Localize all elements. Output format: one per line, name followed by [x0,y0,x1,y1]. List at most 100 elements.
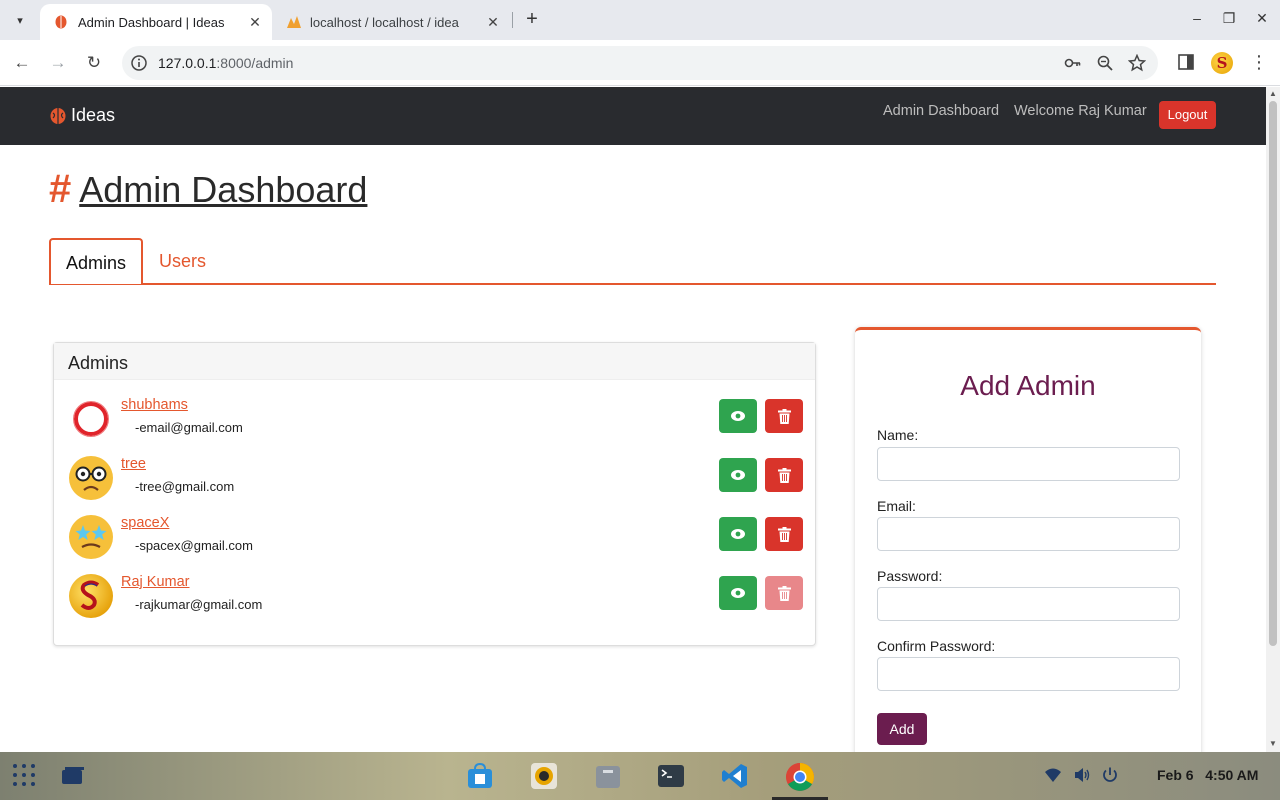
add-button[interactable]: Add [877,713,927,745]
nerd-face-icon [68,455,114,501]
page-title-text[interactable]: Admin Dashboard [79,169,367,211]
list-item: shubhams -email@gmail.com [68,394,803,444]
red-ring-icon [68,396,114,442]
restore-icon[interactable]: ❐ [1217,10,1241,27]
add-admin-form: Add Admin Name: Email: Password: Confirm… [855,327,1201,752]
brain-logo-icon [49,107,67,125]
trash-icon [777,585,791,601]
page-viewport: Ideas Admin Dashboard Welcome Raj Kumar … [0,87,1266,752]
clock-date: Feb 6 [1157,767,1194,783]
eye-icon [731,470,745,480]
scroll-down-icon[interactable]: ▼ [1269,739,1277,748]
site-navbar: Ideas Admin Dashboard Welcome Raj Kumar … [0,87,1266,145]
tab-title: localhost / localhost / idea [310,14,459,30]
password-field[interactable] [877,587,1180,621]
close-tab-icon[interactable]: ✕ [484,14,502,31]
eye-icon [731,411,745,421]
eye-icon [731,588,745,598]
url-text: 127.0.0.1:8000/admin [158,55,294,71]
bookmark-star-icon[interactable] [1127,53,1147,72]
wifi-icon[interactable] [1044,766,1064,786]
admins-card-header: Admins [54,343,815,380]
eye-icon [731,529,745,539]
tab-title: Admin Dashboard | Ideas [78,14,225,30]
dashboard-tabs: Admins Users [49,238,1216,285]
admin-name-link[interactable]: Raj Kumar [121,574,190,590]
forward-arrow-icon[interactable]: → [45,50,71,76]
tab-users[interactable]: Users [143,238,222,284]
volume-icon[interactable] [1073,766,1093,786]
taskbar-clock[interactable]: Feb 6 4:50 AM [1157,767,1258,783]
admin-name-link[interactable]: shubhams [121,397,188,413]
trash-icon [777,467,791,483]
name-label: Name: [877,427,919,443]
star-struck-face-icon [68,514,114,560]
logout-button[interactable]: Logout [1159,101,1216,129]
tab-admin-dashboard[interactable]: Admin Dashboard | Ideas ✕ [40,4,272,40]
view-button[interactable] [719,517,757,551]
delete-button[interactable] [765,399,803,433]
minimize-icon[interactable]: – [1185,10,1209,26]
view-button[interactable] [719,576,757,610]
list-item: Raj Kumar -rajkumar@gmail.com [68,571,803,621]
files-icon[interactable] [594,762,622,790]
confirm-password-field[interactable] [877,657,1180,691]
letter-s-avatar-icon [68,573,114,619]
clock-time: 4:50 AM [1205,767,1259,783]
page-scrollbar[interactable]: ▲ ▼ [1266,87,1280,752]
window-switcher-icon[interactable] [60,762,88,790]
tab-search-icon[interactable]: ▾ [6,6,34,34]
admin-email: -tree@gmail.com [135,479,235,494]
app-launcher-icon[interactable] [11,762,39,790]
brand-name: Ideas [71,105,116,125]
trash-icon [777,526,791,542]
password-label: Password: [877,568,943,584]
browser-tab-strip: ▾ Admin Dashboard | Ideas ✕ localhost / … [0,0,1280,40]
scroll-up-icon[interactable]: ▲ [1269,89,1277,98]
name-field[interactable] [877,447,1180,481]
email-field[interactable] [877,517,1180,551]
phpmyadmin-favicon-icon [286,15,301,29]
profile-avatar-icon[interactable]: S [1211,52,1233,74]
browser-toolbar: ← → ↻ 127.0.0.1:8000/admin S ⋮ [0,40,1280,86]
address-bar[interactable]: 127.0.0.1:8000/admin [122,46,1158,80]
nav-welcome-user[interactable]: Welcome Raj Kumar [1014,103,1147,119]
delete-button[interactable] [765,517,803,551]
form-title: Add Admin [960,370,1096,401]
admin-name-link[interactable]: spaceX [121,515,169,531]
side-panel-icon[interactable] [1176,52,1198,74]
key-icon[interactable] [1064,54,1082,72]
nav-admin-dashboard-link[interactable]: Admin Dashboard [883,103,999,119]
tab-separator [512,12,513,28]
power-icon[interactable] [1101,766,1121,786]
delete-button-disabled [765,576,803,610]
admin-email: -spacex@gmail.com [135,538,253,553]
back-arrow-icon[interactable]: ← [9,50,35,76]
brand-link[interactable]: Ideas [49,105,115,126]
hash-icon: # [49,167,72,211]
site-info-icon[interactable] [130,54,148,72]
trash-icon [777,408,791,424]
terminal-icon[interactable] [657,762,685,790]
store-icon[interactable] [466,762,494,790]
window-close-icon[interactable]: ✕ [1250,10,1274,27]
admins-card: Admins shubhams -email@gmail.com tree -t… [53,342,816,646]
admin-email: -email@gmail.com [135,420,243,435]
admin-name-link[interactable]: tree [121,456,146,472]
scroll-thumb[interactable] [1269,101,1277,646]
vscode-icon[interactable] [721,762,749,790]
delete-button[interactable] [765,458,803,492]
chrome-icon[interactable] [785,762,814,791]
view-button[interactable] [719,399,757,433]
os-taskbar: Feb 6 4:50 AM [0,752,1280,800]
tab-admins[interactable]: Admins [49,238,143,284]
reload-icon[interactable]: ↻ [81,50,107,76]
kebab-menu-icon[interactable]: ⋮ [1248,52,1270,74]
view-button[interactable] [719,458,757,492]
zoom-icon[interactable] [1096,54,1114,72]
new-tab-icon[interactable]: + [520,8,544,32]
close-tab-icon[interactable]: ✕ [246,14,264,31]
music-player-icon[interactable] [530,762,558,790]
list-item: spaceX -spacex@gmail.com [68,512,803,562]
tab-phpmyadmin[interactable]: localhost / localhost / idea ✕ [272,4,510,40]
